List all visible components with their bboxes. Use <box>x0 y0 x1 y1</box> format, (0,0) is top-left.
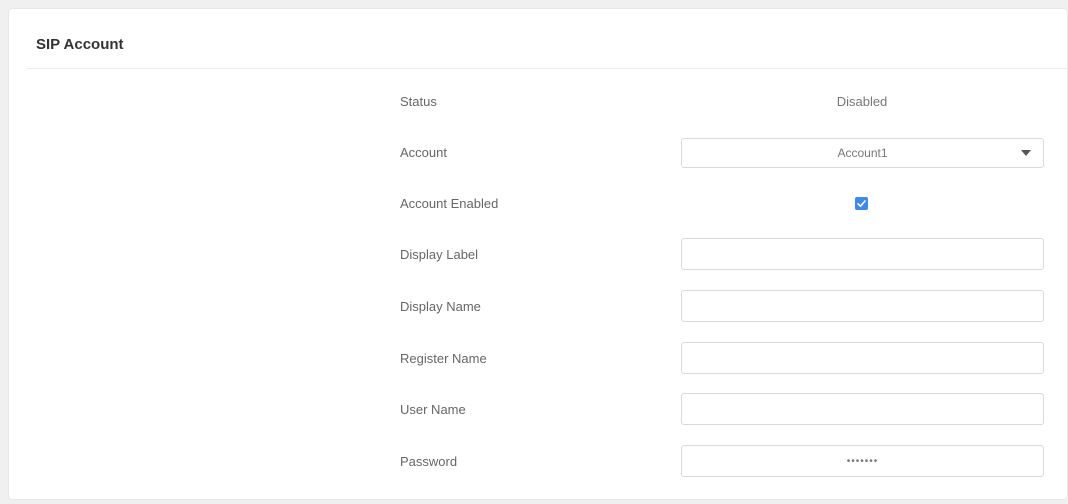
user-name-row: User Name <box>9 393 1068 427</box>
display-label-label: Display Label <box>400 247 479 262</box>
panel-title: SIP Account <box>36 36 124 53</box>
user-name-label: User Name <box>400 402 466 417</box>
display-label-row: Display Label <box>9 238 1068 272</box>
password-row: Password <box>9 445 1068 479</box>
register-name-row: Register Name <box>9 342 1068 376</box>
account-row: Account Account1 <box>9 138 1068 172</box>
status-row: Status Disabled <box>9 85 1068 119</box>
display-name-label: Display Name <box>400 299 481 314</box>
checkmark-icon <box>857 200 866 207</box>
chevron-down-icon <box>1021 150 1031 156</box>
panel-header <box>27 9 1067 69</box>
account-select[interactable]: Account1 <box>681 138 1044 168</box>
register-name-input[interactable] <box>681 342 1044 374</box>
account-select-value: Account1 <box>837 146 888 160</box>
display-name-input[interactable] <box>681 290 1044 322</box>
user-name-input[interactable] <box>681 393 1044 425</box>
password-label: Password <box>400 454 458 469</box>
account-enabled-row: Account Enabled <box>9 187 1068 221</box>
account-enabled-checkbox[interactable] <box>855 197 868 210</box>
sip-account-panel: SIP Account Status Disabled Account Acco… <box>8 8 1068 500</box>
password-input[interactable] <box>681 445 1044 477</box>
account-label: Account <box>400 145 447 160</box>
status-value: Disabled <box>836 94 888 109</box>
status-label: Status <box>400 94 437 109</box>
register-name-label: Register Name <box>400 351 487 366</box>
display-name-row: Display Name <box>9 290 1068 324</box>
account-enabled-label: Account Enabled <box>400 196 499 211</box>
display-label-input[interactable] <box>681 238 1044 270</box>
